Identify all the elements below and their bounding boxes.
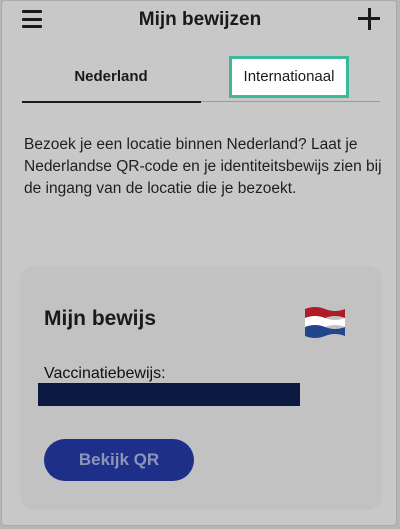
redacted-info	[38, 383, 300, 406]
tab-nederland[interactable]: Nederland	[22, 57, 200, 101]
view-qr-button[interactable]: Bekijk QR	[44, 439, 194, 481]
app-screen: Mijn bewijzen Nederland Internationaal B…	[1, 0, 397, 526]
tab-selected-indicator	[22, 101, 201, 103]
tab-divider	[201, 101, 380, 102]
description-text: Bezoek je een locatie binnen Nederland? …	[24, 136, 382, 197]
plus-icon[interactable]	[358, 8, 380, 30]
netherlands-flag-icon	[305, 307, 345, 338]
top-bar: Mijn bewijzen	[2, 1, 396, 41]
certificate-type-label: Vaccinatiebewijs:	[44, 365, 166, 382]
certificate-card: Mijn bewijs Vaccinatiebewijs: Bekijk QR	[22, 267, 380, 507]
tab-internationaal[interactable]: Internationaal	[229, 56, 349, 98]
page-title: Mijn bewijzen	[138, 9, 262, 30]
card-title: Mijn bewijs	[44, 307, 157, 330]
